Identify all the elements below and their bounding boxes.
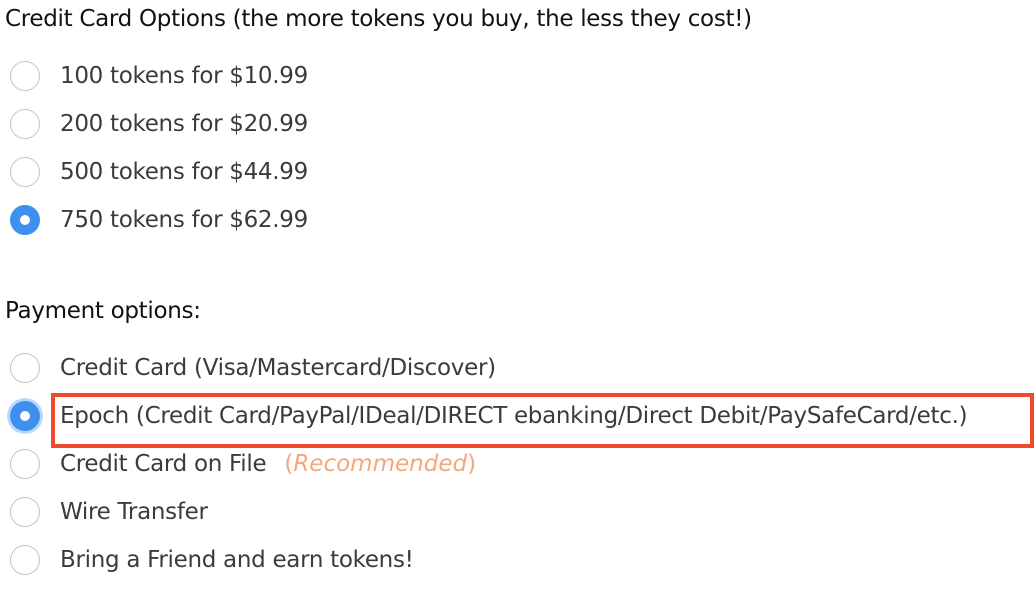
option-label: 200 tokens for $20.99: [60, 111, 308, 137]
option-label: Bring a Friend and earn tokens!: [60, 547, 414, 573]
radio-button[interactable]: [10, 157, 40, 187]
option-label: 750 tokens for $62.99: [60, 207, 308, 233]
payment-option-credit-card[interactable]: Credit Card (Visa/Mastercard/Discover): [10, 348, 496, 388]
payment-option-epoch[interactable]: Epoch (Credit Card/PayPal/IDeal/DIRECT e…: [10, 396, 968, 436]
badge-paren-close: ): [467, 451, 477, 477]
option-label: Credit Card on File: [60, 451, 267, 477]
option-label: Credit Card (Visa/Mastercard/Discover): [60, 355, 496, 381]
option-label: Wire Transfer: [60, 499, 208, 525]
token-option-100[interactable]: 100 tokens for $10.99: [10, 56, 308, 96]
token-options-title: Credit Card Options (the more tokens you…: [5, 6, 752, 32]
radio-button[interactable]: [10, 449, 40, 479]
payment-option-wire-transfer[interactable]: Wire Transfer: [10, 492, 208, 532]
badge-paren-open: (: [284, 451, 294, 477]
radio-button[interactable]: [10, 61, 40, 91]
radio-button[interactable]: [10, 545, 40, 575]
option-label: 100 tokens for $10.99: [60, 63, 308, 89]
radio-button[interactable]: [10, 353, 40, 383]
option-label: Epoch (Credit Card/PayPal/IDeal/DIRECT e…: [60, 403, 968, 429]
payment-option-card-on-file[interactable]: Credit Card on File (Recommended): [10, 444, 476, 484]
badge-text: Recommended: [293, 451, 468, 477]
recommended-badge: (Recommended): [284, 451, 476, 477]
option-label: 500 tokens for $44.99: [60, 159, 308, 185]
token-option-750[interactable]: 750 tokens for $62.99: [10, 200, 308, 240]
payment-options-title: Payment options:: [5, 298, 201, 324]
radio-button-selected[interactable]: [10, 401, 40, 431]
payment-option-bring-a-friend[interactable]: Bring a Friend and earn tokens!: [10, 540, 414, 580]
token-option-200[interactable]: 200 tokens for $20.99: [10, 104, 308, 144]
radio-button-selected[interactable]: [10, 205, 40, 235]
radio-button[interactable]: [10, 109, 40, 139]
token-option-500[interactable]: 500 tokens for $44.99: [10, 152, 308, 192]
radio-button[interactable]: [10, 497, 40, 527]
